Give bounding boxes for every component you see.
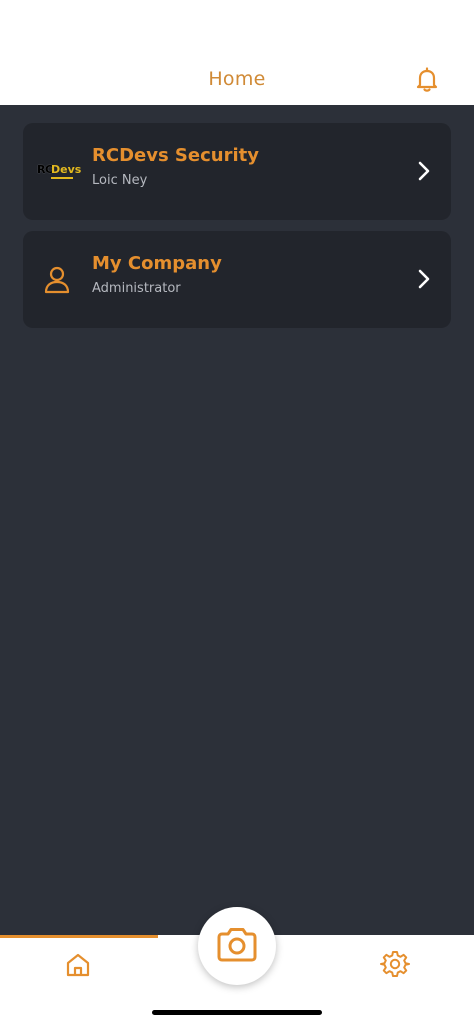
account-name: RCDevs Security bbox=[92, 145, 259, 166]
camera-scan-button[interactable] bbox=[198, 907, 276, 985]
page-title: Home bbox=[208, 68, 266, 90]
account-card-my-company[interactable]: My Company Administrator bbox=[23, 231, 451, 328]
account-list: RC Devs RCDevs Security Loic Ney My Comp… bbox=[0, 105, 474, 935]
bell-icon[interactable] bbox=[413, 66, 441, 94]
chevron-right-icon bbox=[416, 160, 432, 182]
active-tab-indicator bbox=[0, 935, 158, 938]
gear-icon[interactable] bbox=[380, 949, 410, 979]
rcdevs-logo: RC Devs bbox=[37, 159, 81, 183]
account-name: My Company bbox=[92, 253, 222, 274]
top-bar: Home bbox=[0, 0, 474, 105]
account-user: Loic Ney bbox=[92, 173, 148, 188]
home-icon[interactable] bbox=[64, 951, 92, 979]
home-indicator bbox=[152, 1010, 322, 1015]
camera-icon bbox=[217, 928, 257, 962]
person-icon bbox=[43, 265, 71, 295]
account-card-rcdevs[interactable]: RC Devs RCDevs Security Loic Ney bbox=[23, 123, 451, 220]
account-role: Administrator bbox=[92, 281, 181, 296]
chevron-right-icon bbox=[416, 268, 432, 290]
